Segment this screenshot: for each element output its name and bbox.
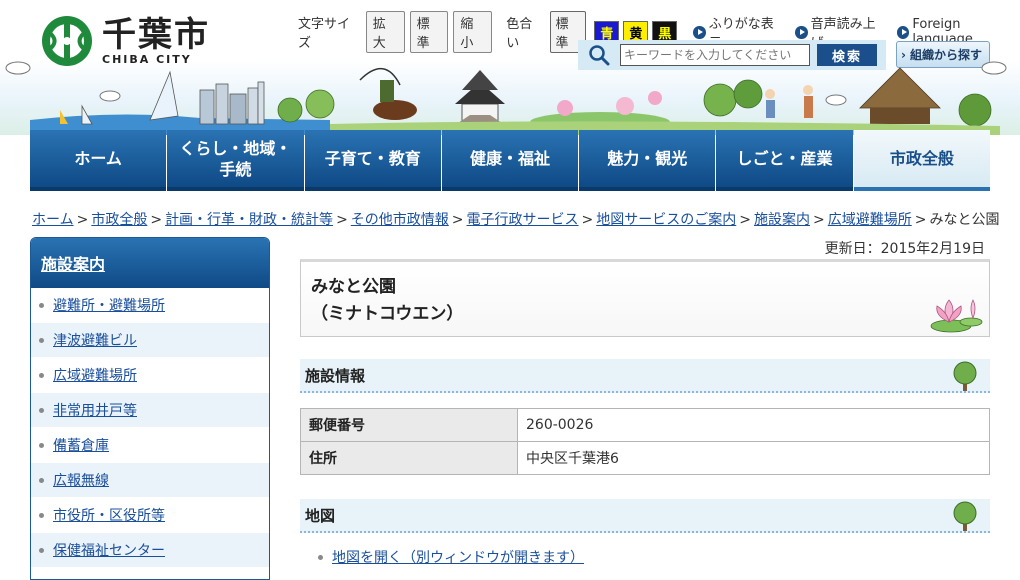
nav-living[interactable]: くらし・地域・ 手続: [167, 130, 304, 191]
font-size-large-button[interactable]: 拡大: [365, 11, 405, 53]
table-header-cell: 住所: [300, 441, 518, 475]
tree-icon: [953, 361, 977, 391]
bullet-icon: [39, 407, 44, 413]
arrow-circle-icon: [897, 25, 910, 39]
breadcrumb-separator: >: [581, 212, 594, 228]
breadcrumb-link[interactable]: 広域避難場所: [828, 212, 912, 228]
sidebar-item-label[interactable]: 保健福祉センター: [53, 540, 165, 560]
bullet-icon: [39, 372, 44, 378]
bullet-icon: [39, 477, 44, 483]
breadcrumb-link[interactable]: ホーム: [32, 212, 74, 228]
font-size-standard-button[interactable]: 標準: [409, 11, 449, 53]
breadcrumb-separator: >: [150, 212, 163, 228]
global-nav: ホーム くらし・地域・ 手続 子育て・教育 健康・福祉 魅力・観光 しごと・産業…: [30, 130, 990, 191]
nav-home[interactable]: ホーム: [30, 130, 167, 191]
nav-tourism[interactable]: 魅力・観光: [579, 130, 716, 191]
sidebar-item-label[interactable]: 避難所・避難場所: [53, 295, 165, 315]
table-row: 住所 中央区千葉港6: [300, 441, 990, 475]
sidebar: 施設案内 避難所・避難場所 津波避難ビル 広域避難場所 非常用井戸等 備蓄倉庫 …: [30, 237, 270, 580]
font-size-small-button[interactable]: 縮小: [453, 11, 493, 53]
sidebar-item-label[interactable]: 広域避難場所: [53, 365, 137, 385]
open-map-link[interactable]: 地図を開く（別ウィンドウが開きます）: [332, 547, 584, 567]
color-label: 色合い: [506, 17, 533, 51]
table-header-cell: 郵便番号: [300, 408, 518, 442]
breadcrumb-separator: >: [451, 212, 464, 228]
sidebar-item-tsunami-buildings[interactable]: 津波避難ビル: [31, 323, 269, 358]
section-heading-facility-info: 施設情報: [300, 359, 990, 393]
sidebar-header: 施設案内: [31, 238, 269, 288]
sidebar-item-city-offices[interactable]: 市役所・区役所等: [31, 498, 269, 533]
sidebar-item-label[interactable]: 津波避難ビル: [53, 330, 137, 350]
breadcrumb-link[interactable]: 施設案内: [754, 212, 810, 228]
sidebar-list: 避難所・避難場所 津波避難ビル 広域避難場所 非常用井戸等 備蓄倉庫 広報無線 …: [31, 288, 269, 568]
breadcrumb-separator: >: [813, 212, 825, 228]
nav-childcare-education[interactable]: 子育て・教育: [304, 130, 441, 191]
page-title-line2: （ミナトコウエン）: [311, 304, 464, 324]
breadcrumb-separator: >: [914, 212, 927, 228]
breadcrumb-separator: >: [336, 212, 348, 228]
sidebar-item-label[interactable]: 市役所・区役所等: [53, 505, 165, 525]
breadcrumb-link[interactable]: 計画・行革・財政・統計等: [165, 212, 333, 228]
breadcrumb-link[interactable]: 地図サービスのご案内: [596, 212, 736, 228]
breadcrumb-link[interactable]: その他市政情報: [351, 212, 449, 228]
arrow-circle-icon: [693, 25, 706, 39]
breadcrumb: ホーム > 市政全般 > 計画・行革・財政・統計等 > その他市政情報 > 電子行政サービス > 地…: [32, 209, 999, 229]
section-heading-map: 地図: [300, 499, 990, 533]
sidebar-item-emergency-wells[interactable]: 非常用井戸等: [31, 393, 269, 428]
lotus-icon: [930, 299, 983, 333]
section-heading-label: 地図: [305, 506, 336, 525]
map-link-item: 地図を開く（別ウィンドウが開きます）: [318, 547, 584, 567]
updated-date: 更新日：2015年2月19日: [824, 241, 985, 257]
bullet-icon: [39, 302, 44, 308]
site-header: 千葉市 CHIBA CITY 文字サイズ 拡大 標準 縮小 色合い 標準 青 黄…: [0, 0, 1020, 135]
city-scenery-illustration: [5, 61, 1007, 135]
breadcrumb-link[interactable]: 電子行政サービス: [467, 212, 579, 228]
nav-city-administration[interactable]: 市政全般: [853, 130, 990, 191]
bullet-icon: [39, 337, 44, 343]
facility-info-table: 郵便番号 260-0026 住所 中央区千葉港6: [300, 408, 990, 475]
sidebar-item-storage[interactable]: 備蓄倉庫: [31, 428, 269, 463]
sidebar-title-link[interactable]: 施設案内: [41, 251, 105, 275]
section-heading-label: 施設情報: [305, 366, 366, 385]
sidebar-item-label[interactable]: 広報無線: [53, 470, 109, 490]
bullet-icon: [39, 442, 44, 448]
sidebar-item-health-centers[interactable]: 保健福祉センター: [31, 533, 269, 568]
sidebar-item-label[interactable]: 備蓄倉庫: [53, 435, 109, 455]
font-size-label: 文字サイズ: [298, 17, 351, 51]
table-cell: 中央区千葉港6: [517, 441, 990, 475]
nav-health-welfare[interactable]: 健康・福祉: [441, 130, 579, 191]
page-title-line1: みなと公園: [311, 277, 396, 297]
logo-title: 千葉市: [102, 14, 210, 55]
sidebar-item-radio[interactable]: 広報無線: [31, 463, 269, 498]
page-title: みなと公園 （ミナトコウエン）: [311, 274, 979, 328]
sidebar-item-wide-area-evacuation[interactable]: 広域避難場所: [31, 358, 269, 393]
breadcrumb-current: みなと公園: [929, 212, 1000, 228]
nav-work-industry[interactable]: しごと・産業: [716, 130, 853, 191]
table-cell: 260-0026: [517, 408, 990, 442]
bullet-icon: [39, 512, 44, 518]
breadcrumb-separator: >: [76, 212, 89, 228]
breadcrumb-link[interactable]: 市政全般: [91, 212, 147, 228]
table-row: 郵便番号 260-0026: [300, 408, 990, 442]
sidebar-item-label[interactable]: 非常用井戸等: [53, 400, 137, 420]
tree-icon: [953, 501, 977, 531]
page-title-box: みなと公園 （ミナトコウエン）: [300, 259, 990, 337]
arrow-circle-icon: [795, 25, 808, 39]
bullet-icon: [318, 554, 323, 560]
sidebar-item-shelters[interactable]: 避難所・避難場所: [31, 288, 269, 323]
bullet-icon: [39, 547, 44, 553]
breadcrumb-separator: >: [739, 212, 751, 228]
